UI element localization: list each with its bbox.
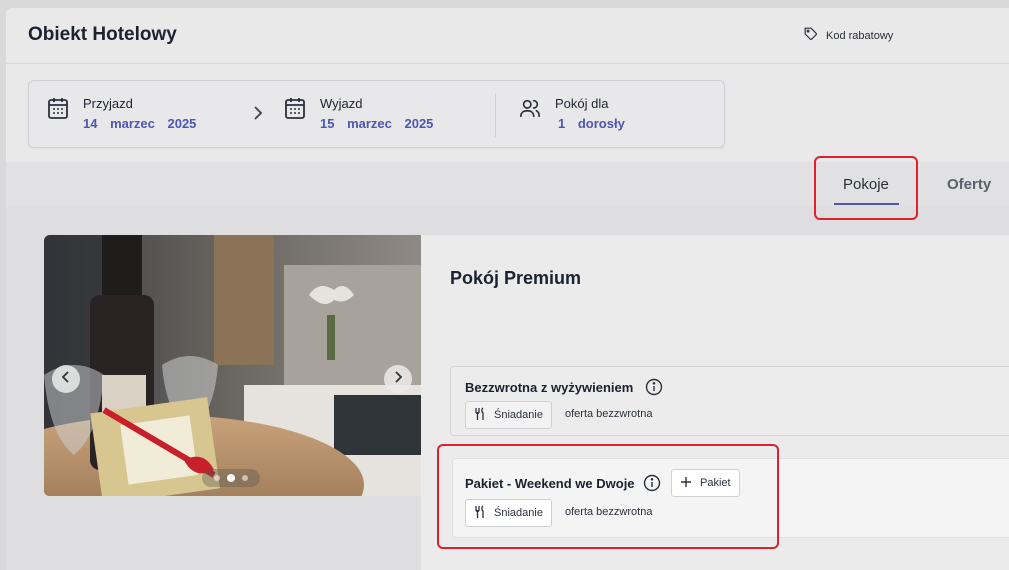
tag-icon [804,27,818,44]
chevron-right-icon [394,370,403,388]
checkout-value: 15 marzec 2025 [320,116,434,131]
tab-offers[interactable]: Oferty [947,176,991,193]
carousel-prev-button[interactable] [52,365,80,393]
package-button[interactable]: Pakiet [671,469,740,497]
guests-field[interactable]: Pokój dla 1 dorosły [519,96,625,131]
offer-card[interactable]: Bezzwrotna z wyżywieniem Śniadanie ofert… [450,366,1009,436]
active-tab-indicator [834,203,899,205]
carousel-pagination [202,469,260,487]
checkin-field[interactable]: Przyjazd 14 marzec 2025 [47,96,196,131]
utensils-icon [474,504,486,522]
room-photo [44,235,421,496]
guests-value: 1 dorosły [558,116,625,131]
info-icon[interactable] [645,378,663,401]
offer-name: Bezzwrotna z wyżywieniem [465,380,634,395]
info-icon[interactable] [643,474,661,497]
divider [495,93,496,137]
booking-summary-bar: Przyjazd 14 marzec 2025 Wyjazd 15 marzec… [28,80,725,148]
plus-icon [680,476,692,491]
carousel-dot[interactable] [214,475,220,481]
meal-chip-label: Śniadanie [494,507,543,519]
checkin-label: Przyjazd [83,96,133,111]
offer-policy: oferta bezzwrotna [565,408,653,420]
package-button-label: Pakiet [700,477,731,489]
discount-code-label: Kod rabatowy [826,29,894,42]
chevron-right-icon [253,105,263,126]
checkout-field[interactable]: Wyjazd 15 marzec 2025 [284,96,433,131]
guests-label: Pokój dla [555,96,609,111]
offer-card-package[interactable]: Pakiet - Weekend we Dwoje Pakiet Śniadan… [452,458,1009,538]
meal-chip-label: Śniadanie [494,409,543,421]
carousel-dot[interactable] [242,475,248,481]
discount-code-link[interactable]: Kod rabatowy [804,27,893,44]
calendar-icon [47,96,69,131]
header: Obiekt Hotelowy Kod rabatowy [6,8,1009,64]
carousel-dot-active[interactable] [227,474,235,482]
meal-chip: Śniadanie [465,499,552,527]
tab-rooms[interactable]: Pokoje [843,176,889,193]
offer-name: Pakiet - Weekend we Dwoje [465,476,635,491]
chevron-left-icon [61,370,70,388]
room-photo-carousel [44,235,421,496]
offer-policy: oferta bezzwrotna [565,506,653,518]
room-title: Pokój Premium [450,268,582,288]
utensils-icon [474,406,486,424]
meal-chip: Śniadanie [465,401,552,429]
calendar-icon [284,96,306,131]
checkout-label: Wyjazd [320,96,363,111]
users-icon [519,96,541,131]
property-title: Obiekt Hotelowy [28,24,177,45]
tabs-bar: Pokoje Oferty [6,162,1009,206]
carousel-next-button[interactable] [384,365,412,393]
checkin-value: 14 marzec 2025 [83,116,197,131]
